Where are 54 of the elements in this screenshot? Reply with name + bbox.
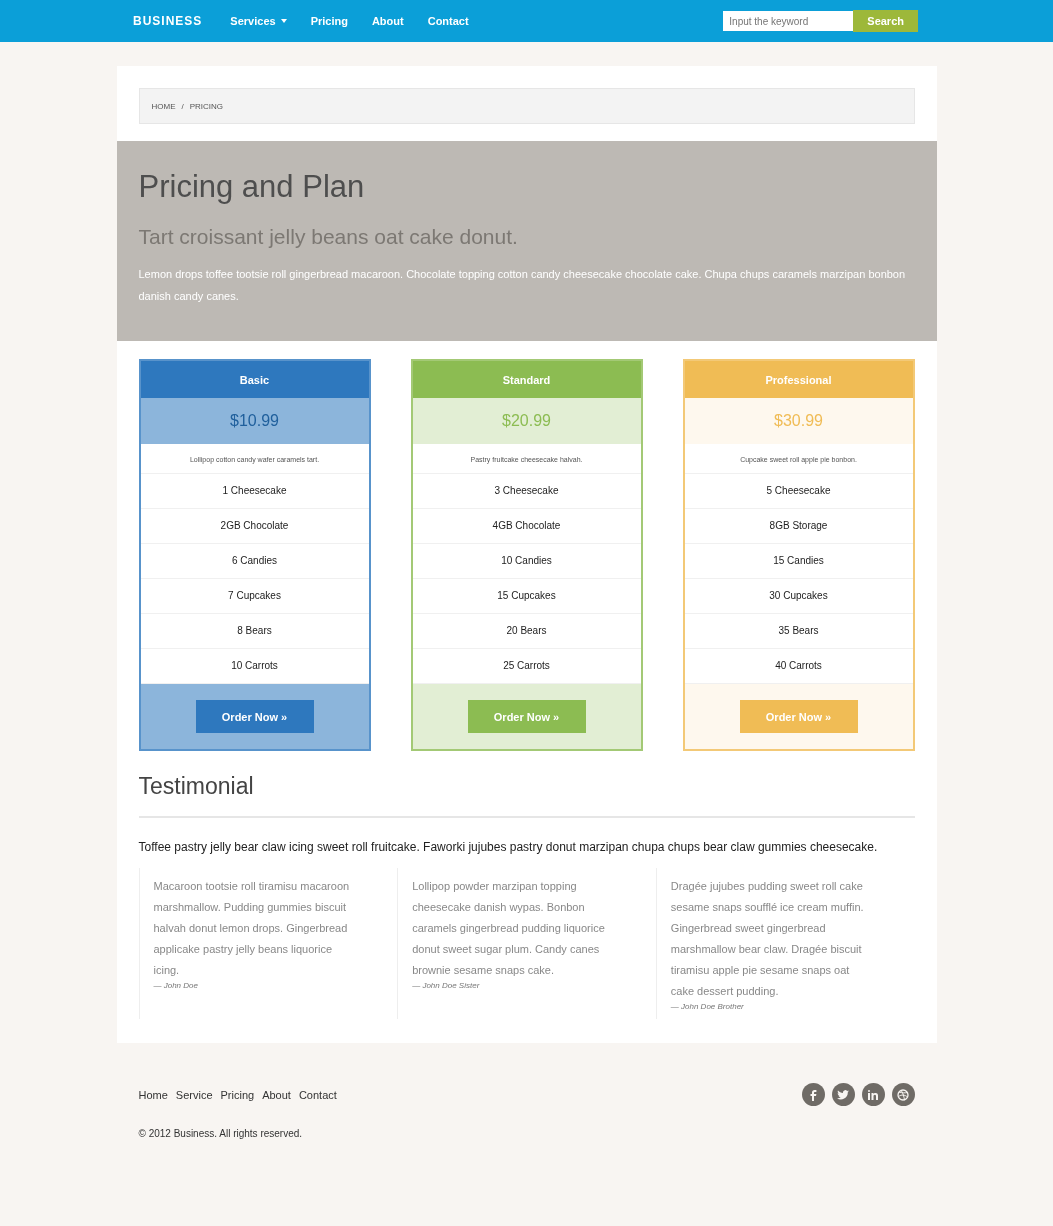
breadcrumb-separator: /	[181, 101, 184, 111]
footer-link[interactable]: About	[262, 1088, 291, 1101]
plan-feature: 4GB Chocolate	[412, 509, 641, 544]
quote-author: — John Doe Sister	[412, 981, 481, 990]
section-title: Testimonial	[138, 773, 915, 818]
search-field[interactable]: Input the keyword	[723, 11, 854, 31]
search-button[interactable]: Search	[853, 10, 918, 32]
quote-author: — John Doe	[153, 981, 199, 990]
footer-link[interactable]: Contact	[298, 1088, 337, 1101]
plan-feature: 1 Cheesecake	[140, 474, 369, 509]
plan-price: $20.99	[412, 398, 641, 444]
nav-link[interactable]: Services	[230, 15, 287, 27]
quote-text: Macaroon tootsie roll tiramisu macaroon marshmallow. Pudding gummies biscuit halvah donut lemon drops. Gingerbread applicake pastry jelly beans liquorice icing.	[153, 879, 351, 978]
plan-feature: 2GB Chocolate	[140, 509, 369, 544]
plan-name: Standard	[412, 361, 641, 398]
plan-feature: 3 Cheesecake	[412, 474, 641, 509]
quote-text: Dragée jujubes pudding sweet roll cake sesame snaps soufflé ice cream muffin. Gingerbread sweet gingerbread marshmallow bear claw. Dragée biscuit tiramisu apple pie sesame snaps oat cake dessert pudding.	[670, 879, 865, 999]
plan-feature: 30 Cupcakes	[684, 579, 913, 614]
plan-name: Basic	[140, 361, 369, 398]
footer-link[interactable]: Pricing	[220, 1088, 255, 1101]
plan-feature: 10 Candies	[412, 544, 641, 579]
plan-feature: 5 Cheesecake	[684, 474, 913, 509]
plan-feature: 8GB Storage	[684, 509, 913, 544]
page-subtitle: Tart croissant jelly beans oat cake donut.	[138, 225, 519, 249]
plan-feature: 15 Candies	[684, 544, 913, 579]
plan-feature: 20 Bears	[412, 614, 641, 649]
plan-feature: 7 Cupcakes	[140, 579, 369, 614]
twitter-icon[interactable]	[831, 1083, 855, 1106]
order-button[interactable]: Order Now »	[195, 700, 314, 733]
footer-link[interactable]: Home	[138, 1088, 168, 1101]
plan-name: Professional	[684, 361, 913, 398]
plan-feature: 8 Bears	[140, 614, 369, 649]
plan-price: $30.99	[684, 398, 913, 444]
plan-feature: 6 Candies	[140, 544, 369, 579]
hero-text: Lemon drops toffee tootsie roll gingerbread macaroon. Chocolate topping cotton candy cheesecake chocolate cake. Chupa chups caramels marzipan bonbon danish candy canes.	[138, 267, 907, 304]
order-button[interactable]: Order Now »	[739, 700, 858, 733]
plan-feature: 35 Bears	[684, 614, 913, 649]
page-title: Pricing and Plan	[138, 169, 366, 205]
nav-link[interactable]: Contact	[427, 15, 469, 27]
plan-price: $10.99	[140, 398, 369, 444]
linkedin-icon[interactable]	[861, 1083, 885, 1106]
breadcrumb-item: PRICING	[189, 101, 224, 111]
testimonial-intro: Toffee pastry jelly bear claw icing sweet roll fruitcake. Faworki jujubes pastry donut marzipan chupa chups bear claw gummies cheesecake.	[138, 839, 879, 856]
facebook-icon[interactable]	[801, 1083, 825, 1106]
order-button[interactable]: Order Now »	[467, 700, 586, 733]
logo[interactable]: BUSINESS	[133, 14, 203, 28]
breadcrumb-item[interactable]: HOME	[151, 101, 176, 111]
nav-link[interactable]: About	[371, 15, 404, 27]
footer-link[interactable]: Service	[175, 1088, 213, 1101]
nav-link[interactable]: Pricing	[310, 15, 348, 27]
copyright: © 2012 Business. All rights reserved.	[138, 1128, 304, 1139]
plan-feature: 15 Cupcakes	[412, 579, 641, 614]
quote-text: Lollipop powder marzipan topping cheesecake danish wypas. Bonbon caramels gingerbread pudding liquorice donut sweet sugar plum. Candy canes brownie sesame snaps cake.	[412, 879, 606, 978]
quote-author: — John Doe Brother	[670, 1002, 745, 1011]
